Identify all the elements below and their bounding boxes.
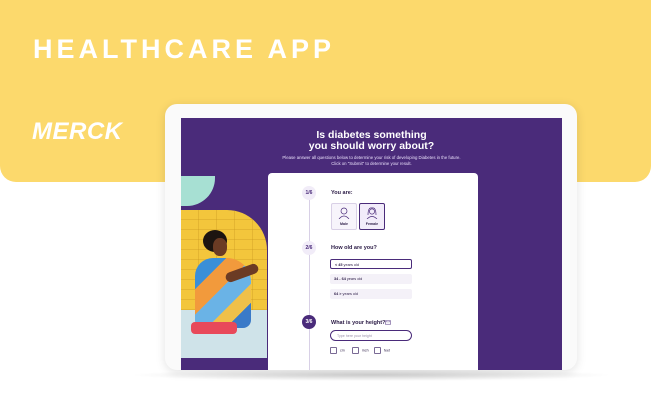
photo-person-skirt bbox=[191, 322, 237, 334]
gender-option-label: Male bbox=[340, 222, 348, 226]
question-gender-label: You are: bbox=[331, 190, 353, 196]
age-option-range: 34 - 64 bbox=[334, 277, 346, 281]
step-suffix: /6 bbox=[308, 245, 313, 251]
step-indicator-1: 1/6 bbox=[302, 186, 316, 200]
female-avatar-icon bbox=[366, 207, 378, 219]
page-subtitle-line-2: Click on "Submit" to determine your resu… bbox=[331, 160, 412, 166]
question-age-label: How old are you? bbox=[331, 245, 377, 251]
age-option-34-64[interactable]: 34 - 64 years old bbox=[330, 274, 412, 284]
age-option-range: 64 > bbox=[334, 292, 342, 296]
age-option-suffix: years old bbox=[341, 292, 358, 296]
questionnaire-card: 1/6 2/6 3/6 You are: Male Female How old… bbox=[268, 173, 478, 370]
app-screen: Is diabetes something you should worry a… bbox=[181, 118, 562, 370]
step-indicator-2: 2/6 bbox=[302, 241, 316, 255]
hero-photo-woman bbox=[181, 210, 267, 358]
unit-checkbox-cm[interactable]: cm bbox=[330, 347, 345, 354]
banner-title: HEALTHCARE APP bbox=[33, 34, 336, 64]
gender-option-label: Female bbox=[365, 222, 379, 226]
step-suffix: /6 bbox=[308, 319, 313, 325]
step-indicator-3: 3/6 bbox=[302, 315, 316, 329]
unit-label: cm bbox=[340, 348, 345, 353]
age-option-range: < 45 bbox=[335, 263, 343, 267]
merck-logo: MERCK bbox=[32, 118, 123, 145]
age-option-under-45[interactable]: < 45 years old bbox=[330, 259, 412, 269]
checkbox-icon bbox=[330, 347, 337, 354]
unit-checkbox-feet[interactable]: feet bbox=[374, 347, 390, 354]
page-title: Is diabetes something you should worry a… bbox=[181, 130, 562, 152]
photo-person-head bbox=[213, 238, 227, 256]
laptop-shadow bbox=[128, 369, 614, 381]
age-option-suffix: years old bbox=[342, 263, 359, 267]
age-option-suffix: years old bbox=[345, 277, 363, 281]
unit-label: inch bbox=[362, 348, 369, 353]
question-height-label: What is your height? bbox=[331, 320, 386, 326]
step-timeline bbox=[309, 195, 310, 370]
height-input[interactable]: Type here your height bbox=[330, 330, 412, 341]
ruler-icon bbox=[385, 320, 391, 325]
decorative-teal-shape bbox=[181, 176, 215, 206]
step-suffix: /6 bbox=[308, 190, 313, 196]
page-subtitle: Please answer all questions below to det… bbox=[181, 155, 562, 166]
age-option-over-64[interactable]: 64 > years old bbox=[330, 289, 412, 299]
page-title-line-2: you should worry about? bbox=[308, 140, 435, 152]
unit-checkbox-inch[interactable]: inch bbox=[352, 347, 369, 354]
male-avatar-icon bbox=[338, 207, 350, 219]
checkbox-icon bbox=[352, 347, 359, 354]
checkbox-icon bbox=[374, 347, 381, 354]
gender-option-female[interactable]: Female bbox=[359, 203, 385, 230]
unit-label: feet bbox=[384, 348, 390, 353]
laptop-frame: Is diabetes something you should worry a… bbox=[165, 104, 577, 370]
gender-option-male[interactable]: Male bbox=[331, 203, 357, 230]
